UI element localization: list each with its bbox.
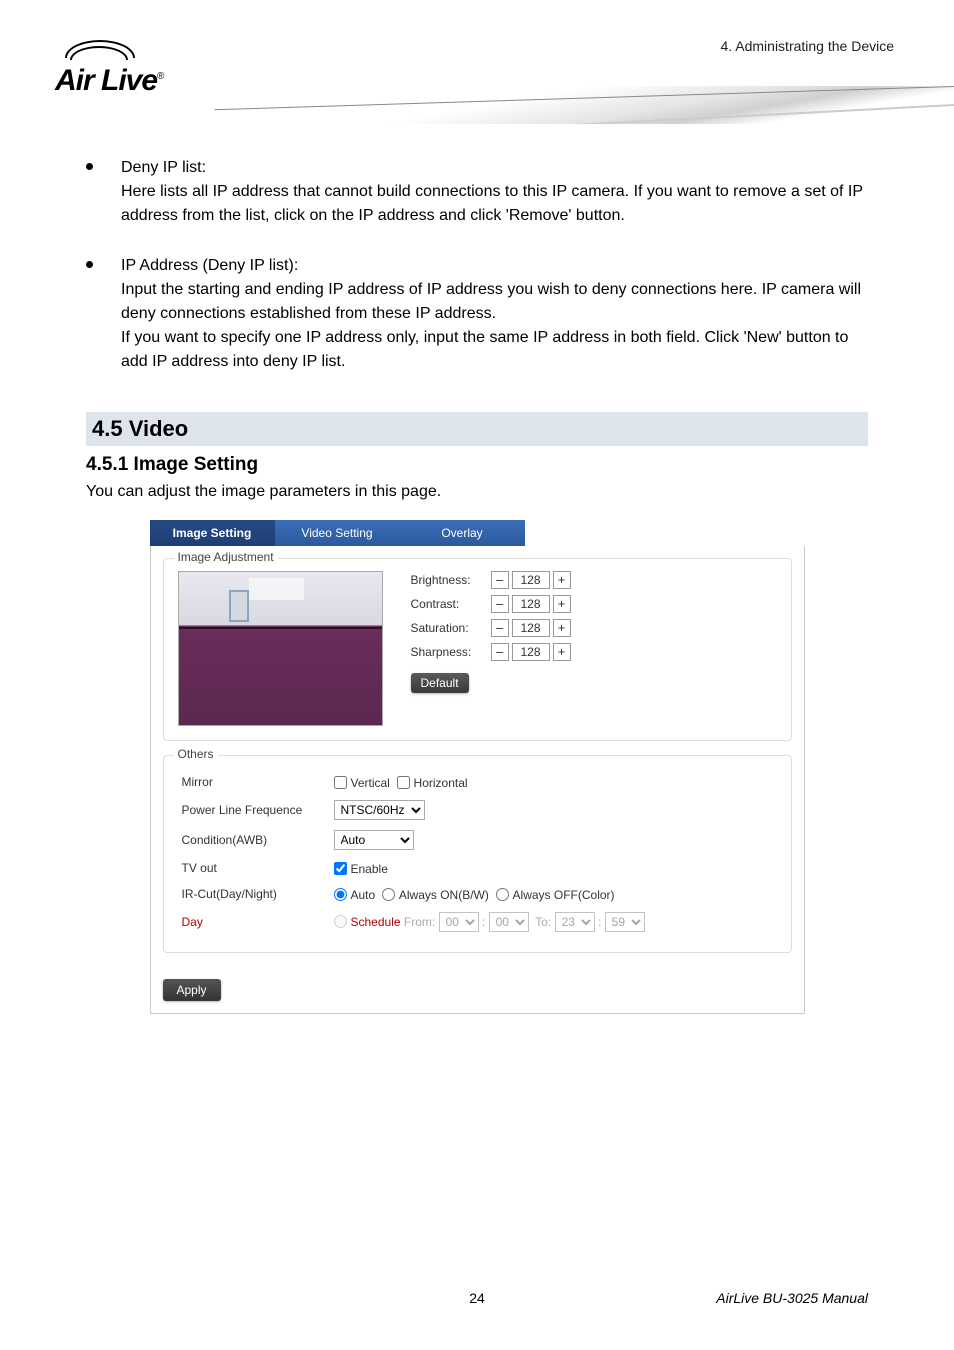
mirror-label: Mirror xyxy=(180,770,330,794)
sliders-group: Brightness: – 128 + Contrast: – 128 + xyxy=(411,571,777,726)
condition-label: Condition(AWB) xyxy=(180,826,330,854)
tab-bar: Image Setting Video Setting Overlay xyxy=(150,520,805,546)
logo-swoosh xyxy=(60,36,140,66)
to-min-select[interactable]: 59 xyxy=(605,912,645,932)
tv-out-label: TV out xyxy=(180,856,330,880)
bullet-item: IP Address (Deny IP list): Input the sta… xyxy=(86,254,868,374)
bullet-dot-icon xyxy=(86,261,93,268)
section-heading: 4.5 Video xyxy=(86,412,868,446)
settings-panel: Image Adjustment Brightness: – 128 + xyxy=(150,546,805,1014)
saturation-decrement[interactable]: – xyxy=(491,619,509,637)
default-button[interactable]: Default xyxy=(411,673,469,693)
fieldset-legend: Image Adjustment xyxy=(174,550,278,564)
day-row: Day Schedule From: 00 : 00 To: 23 : 59 xyxy=(180,908,775,936)
power-line-row: Power Line Frequence NTSC/60Hz xyxy=(180,796,775,824)
page-content: Deny IP list: Here lists all IP address … xyxy=(0,156,954,1028)
tab-video-setting[interactable]: Video Setting xyxy=(275,520,400,546)
bullet-body-text: Here lists all IP address that cannot bu… xyxy=(121,180,868,228)
tv-out-checkbox[interactable] xyxy=(334,862,347,875)
apply-button[interactable]: Apply xyxy=(163,979,221,1001)
contrast-decrement[interactable]: – xyxy=(491,595,509,613)
contrast-row: Contrast: – 128 + xyxy=(411,595,777,613)
brightness-decrement[interactable]: – xyxy=(491,571,509,589)
brightness-increment[interactable]: + xyxy=(553,571,571,589)
contrast-increment[interactable]: + xyxy=(553,595,571,613)
saturation-label: Saturation: xyxy=(411,621,491,635)
from-min-select[interactable]: 00 xyxy=(489,912,529,932)
breadcrumb: 4. Administrating the Device xyxy=(720,38,894,54)
bullet-title: IP Address (Deny IP list): xyxy=(121,254,868,278)
bullet-item: Deny IP list: Here lists all IP address … xyxy=(86,156,868,228)
others-fieldset: Others Mirror Vertical Horizontal Power … xyxy=(163,755,792,953)
condition-select[interactable]: Auto xyxy=(334,830,414,850)
sub-heading: 4.5.1 Image Setting xyxy=(86,454,868,476)
day-label: Day xyxy=(180,908,330,936)
schedule-radio[interactable] xyxy=(334,915,347,928)
tab-image-setting[interactable]: Image Setting xyxy=(150,520,275,546)
ir-always-off-label: Always OFF(Color) xyxy=(513,888,615,902)
ir-cut-row: IR-Cut(Day/Night) Auto Always ON(B/W) Al… xyxy=(180,882,775,906)
sharpness-increment[interactable]: + xyxy=(553,643,571,661)
colon: : xyxy=(598,915,601,929)
colon: : xyxy=(482,915,485,929)
page-number: 24 xyxy=(469,1290,485,1306)
schedule-label: Schedule xyxy=(351,915,401,929)
header-divider xyxy=(214,86,954,124)
saturation-increment[interactable]: + xyxy=(553,619,571,637)
from-hour-select[interactable]: 00 xyxy=(439,912,479,932)
page-footer: 24 AirLive BU-3025 Manual xyxy=(0,1290,954,1306)
saturation-row: Saturation: – 128 + xyxy=(411,619,777,637)
sharpness-value[interactable]: 128 xyxy=(512,643,550,661)
mirror-horizontal-label: Horizontal xyxy=(414,776,468,790)
ir-cut-label: IR-Cut(Day/Night) xyxy=(180,882,330,906)
sharpness-row: Sharpness: – 128 + xyxy=(411,643,777,661)
power-line-label: Power Line Frequence xyxy=(180,796,330,824)
logo-text: Air Live® xyxy=(55,64,163,98)
mirror-vertical-label: Vertical xyxy=(351,776,390,790)
power-line-select[interactable]: NTSC/60Hz xyxy=(334,800,425,820)
mirror-horizontal-checkbox[interactable] xyxy=(397,776,410,789)
bullet-title: Deny IP list: xyxy=(121,156,868,180)
contrast-value[interactable]: 128 xyxy=(512,595,550,613)
ir-always-on-radio[interactable] xyxy=(382,888,395,901)
intro-text: You can adjust the image parameters in t… xyxy=(86,480,868,504)
condition-row: Condition(AWB) Auto xyxy=(180,826,775,854)
tv-out-enable-label: Enable xyxy=(351,862,388,876)
sharpness-label: Sharpness: xyxy=(411,645,491,659)
contrast-label: Contrast: xyxy=(411,597,491,611)
brightness-label: Brightness: xyxy=(411,573,491,587)
ir-auto-label: Auto xyxy=(351,888,376,902)
footer-manual-name: AirLive BU-3025 Manual xyxy=(716,1290,868,1306)
tv-out-row: TV out Enable xyxy=(180,856,775,880)
sharpness-decrement[interactable]: – xyxy=(491,643,509,661)
ir-auto-radio[interactable] xyxy=(334,888,347,901)
logo: Air Live® xyxy=(55,36,163,98)
from-label: From: xyxy=(401,915,436,929)
bullet-dot-icon xyxy=(86,163,93,170)
mirror-row: Mirror Vertical Horizontal xyxy=(180,770,775,794)
ir-always-on-label: Always ON(B/W) xyxy=(399,888,489,902)
image-adjustment-fieldset: Image Adjustment Brightness: – 128 + xyxy=(163,558,792,741)
camera-preview xyxy=(178,571,383,726)
bullet-body-text: Input the starting and ending IP address… xyxy=(121,278,868,374)
mirror-vertical-checkbox[interactable] xyxy=(334,776,347,789)
settings-panel-screenshot: Image Setting Video Setting Overlay Imag… xyxy=(150,512,805,1028)
fieldset-legend: Others xyxy=(174,747,218,761)
ir-always-off-radio[interactable] xyxy=(496,888,509,901)
tab-overlay[interactable]: Overlay xyxy=(400,520,525,546)
page-header: 4. Administrating the Device Air Live® xyxy=(0,0,954,130)
brightness-value[interactable]: 128 xyxy=(512,571,550,589)
to-label: To: xyxy=(535,915,551,929)
saturation-value[interactable]: 128 xyxy=(512,619,550,637)
brightness-row: Brightness: – 128 + xyxy=(411,571,777,589)
to-hour-select[interactable]: 23 xyxy=(555,912,595,932)
